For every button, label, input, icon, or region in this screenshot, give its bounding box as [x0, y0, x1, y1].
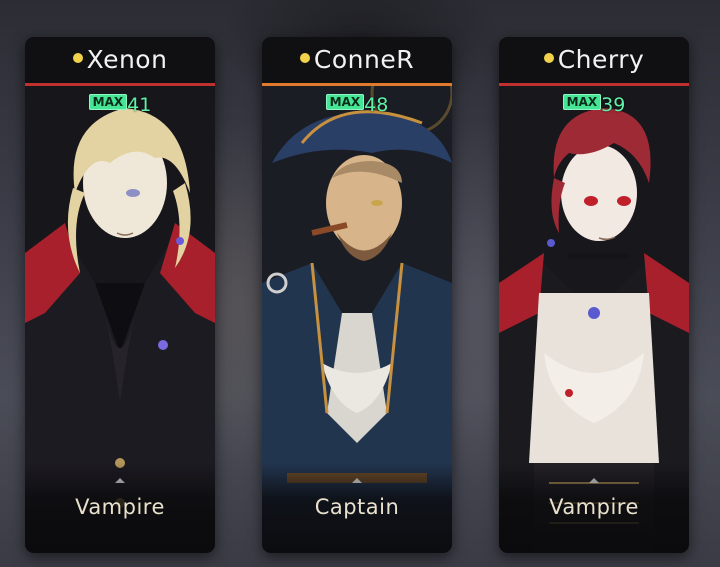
- character-name: Xenon: [25, 45, 215, 74]
- level-indicator: MAX 39: [499, 94, 689, 116]
- character-card-xenon[interactable]: Xenon MAX 41 Vampire: [25, 37, 215, 553]
- status-dot-icon: [299, 53, 310, 63]
- character-name: Cherry: [499, 45, 689, 74]
- accent-line: [262, 83, 452, 86]
- level-value: 48: [364, 94, 389, 116]
- status-dot-icon: [543, 53, 554, 63]
- level-value: 39: [601, 94, 626, 116]
- max-badge: MAX: [88, 94, 128, 110]
- name-bar: Xenon: [25, 37, 215, 83]
- character-class: Vampire: [549, 495, 639, 519]
- name-bar: ConneR: [262, 37, 452, 83]
- max-badge: MAX: [562, 94, 602, 110]
- character-class: Vampire: [75, 495, 165, 519]
- status-dot-icon: [72, 53, 83, 63]
- level-indicator: MAX 48: [262, 94, 452, 116]
- character-name-text: Cherry: [557, 45, 645, 74]
- caret-up-icon: [115, 478, 125, 483]
- card-footer: Vampire: [499, 463, 689, 553]
- max-badge: MAX: [325, 94, 365, 110]
- caret-up-icon: [352, 478, 362, 483]
- level-value: 41: [127, 94, 152, 116]
- character-name: ConneR: [262, 45, 452, 74]
- character-class: Captain: [314, 495, 400, 519]
- character-card-cherry[interactable]: Cherry MAX 39 Vampire: [499, 37, 689, 553]
- character-card-conner[interactable]: ConneR MAX 48 Captain: [262, 37, 452, 553]
- caret-up-icon: [589, 478, 599, 483]
- accent-line: [25, 83, 215, 86]
- character-name-text: ConneR: [313, 45, 415, 74]
- card-footer: Captain: [262, 463, 452, 553]
- name-bar: Cherry: [499, 37, 689, 83]
- level-indicator: MAX 41: [25, 94, 215, 116]
- accent-line: [499, 83, 689, 86]
- card-footer: Vampire: [25, 463, 215, 553]
- character-name-text: Xenon: [86, 45, 168, 74]
